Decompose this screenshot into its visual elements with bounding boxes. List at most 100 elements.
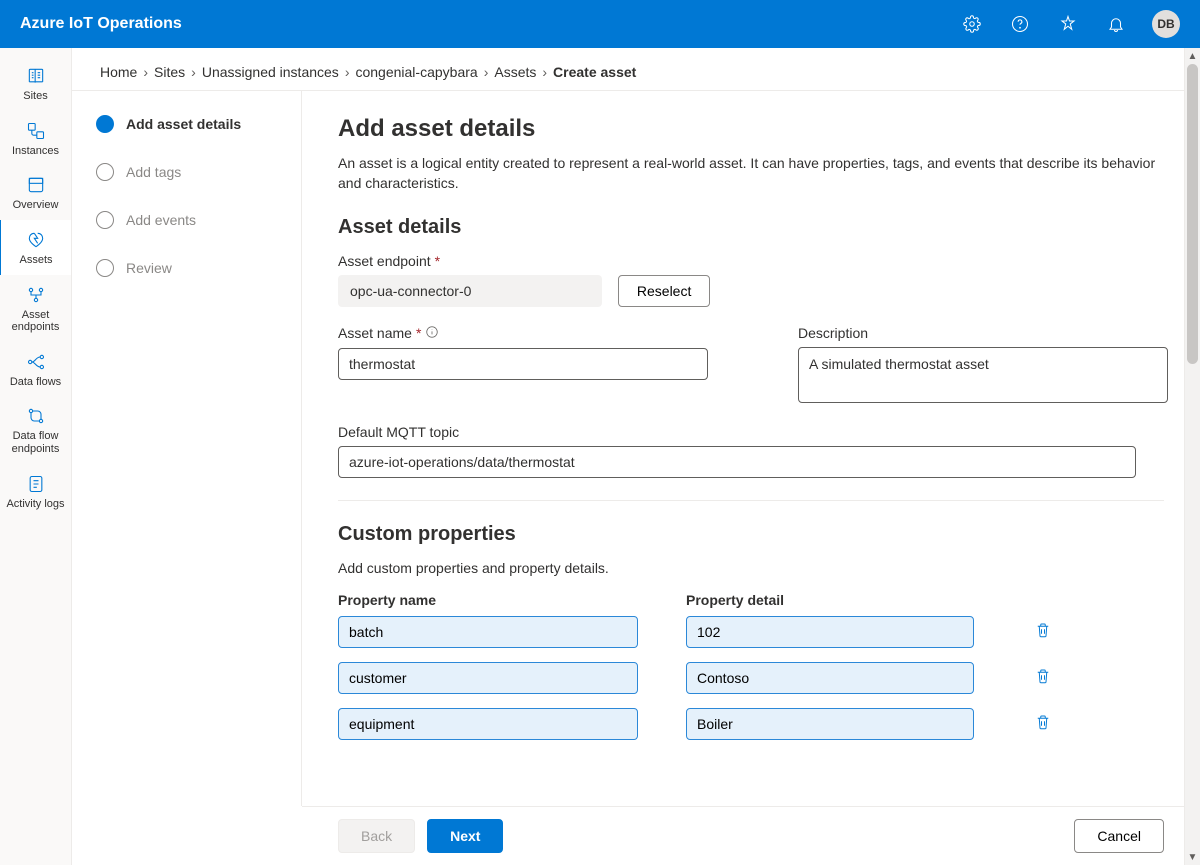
step-bullet-icon: [96, 211, 114, 229]
prop-detail-header: Property detail: [686, 592, 974, 608]
nav-data-flows[interactable]: Data flows: [0, 342, 71, 397]
field-description: Description: [798, 325, 1168, 406]
step-label: Add asset details: [126, 116, 241, 132]
description-input[interactable]: [798, 347, 1168, 403]
header-actions: DB: [952, 4, 1180, 44]
nav-label: Data flows: [10, 376, 61, 389]
scroll-track[interactable]: [1185, 64, 1200, 849]
app-title: Azure IoT Operations: [20, 15, 952, 33]
notifications-icon[interactable]: [1096, 4, 1136, 44]
step-bullet-icon: [96, 163, 114, 181]
chevron-right-icon: ›: [542, 64, 547, 80]
scrollbar[interactable]: ▲ ▼: [1184, 48, 1200, 865]
nav-data-flow-endpoints[interactable]: Data flow endpoints: [0, 396, 71, 463]
asset-endpoint-label: Asset endpoint: [338, 253, 431, 269]
form-content: Add asset details An asset is a logical …: [302, 91, 1200, 806]
top-header: Azure IoT Operations DB: [0, 0, 1200, 48]
back-button[interactable]: Back: [338, 819, 415, 853]
feedback-icon[interactable]: [1048, 4, 1088, 44]
crumb-sites[interactable]: Sites: [154, 64, 185, 80]
wizard-step-tags[interactable]: Add tags: [96, 163, 289, 181]
reselect-button[interactable]: Reselect: [618, 275, 710, 307]
chevron-right-icon: ›: [345, 64, 350, 80]
nav-instances[interactable]: Instances: [0, 111, 71, 166]
user-avatar[interactable]: DB: [1152, 10, 1180, 38]
prop-name-input[interactable]: [338, 708, 638, 740]
asset-name-label: Asset name: [338, 325, 412, 341]
nav-sites[interactable]: Sites: [0, 56, 71, 111]
wizard-footer: Back Next Cancel: [302, 806, 1200, 865]
settings-icon[interactable]: [952, 4, 992, 44]
cancel-button[interactable]: Cancel: [1074, 819, 1164, 853]
prop-detail-input[interactable]: [686, 616, 974, 648]
nav-asset-endpoints[interactable]: Asset endpoints: [0, 275, 71, 342]
nav-label: Activity logs: [6, 498, 64, 511]
prop-row: [338, 616, 1164, 648]
delete-icon[interactable]: [1034, 712, 1052, 735]
mqtt-label: Default MQTT topic: [338, 424, 459, 440]
step-bullet-icon: [96, 115, 114, 133]
body: Sites Instances Overview Assets Asset en…: [0, 48, 1200, 865]
step-label: Add events: [126, 212, 196, 228]
chevron-right-icon: ›: [143, 64, 148, 80]
nav-label: Assets: [19, 254, 52, 267]
nav-label: Overview: [13, 199, 59, 212]
nav-rail: Sites Instances Overview Assets Asset en…: [0, 48, 72, 865]
prop-name-header: Property name: [338, 592, 638, 608]
custom-props-header: Property name Property detail: [338, 592, 1164, 608]
wizard-step-details[interactable]: Add asset details: [96, 115, 289, 133]
asset-name-input[interactable]: [338, 348, 708, 380]
step-label: Add tags: [126, 164, 181, 180]
wizard-step-events[interactable]: Add events: [96, 211, 289, 229]
step-bullet-icon: [96, 259, 114, 277]
nav-activity-logs[interactable]: Activity logs: [0, 464, 71, 519]
crumb-assets[interactable]: Assets: [494, 64, 536, 80]
divider: [338, 500, 1164, 501]
content-wrap: Add asset details Add tags Add events Re…: [72, 90, 1200, 806]
nav-label: Data flow endpoints: [4, 430, 67, 455]
chevron-right-icon: ›: [191, 64, 196, 80]
required-star-icon: *: [416, 325, 421, 341]
description-label: Description: [798, 325, 868, 341]
wizard-steps: Add asset details Add tags Add events Re…: [72, 91, 302, 806]
crumb-home[interactable]: Home: [100, 64, 137, 80]
prop-name-input[interactable]: [338, 662, 638, 694]
scroll-down-arrow-icon[interactable]: ▼: [1185, 849, 1200, 865]
scroll-thumb[interactable]: [1187, 64, 1198, 364]
breadcrumb: Home › Sites › Unassigned instances › co…: [72, 48, 1200, 90]
nav-assets[interactable]: Assets: [0, 220, 71, 275]
wizard-step-review[interactable]: Review: [96, 259, 289, 277]
prop-row: [338, 708, 1164, 740]
section-custom-properties: Custom properties: [338, 523, 1164, 546]
crumb-current: Create asset: [553, 64, 636, 80]
crumb-instance[interactable]: congenial-capybara: [355, 64, 477, 80]
field-asset-name: Asset name *: [338, 325, 708, 380]
prop-row: [338, 662, 1164, 694]
nav-label: Asset endpoints: [4, 309, 67, 334]
section-asset-details: Asset details: [338, 216, 1164, 239]
page-title: Add asset details: [338, 115, 1164, 143]
main: Home › Sites › Unassigned instances › co…: [72, 48, 1200, 865]
step-label: Review: [126, 260, 172, 276]
custom-props-desc: Add custom properties and property detai…: [338, 560, 1164, 576]
nav-label: Instances: [12, 145, 59, 158]
info-icon[interactable]: [425, 325, 439, 342]
nav-overview[interactable]: Overview: [0, 165, 71, 220]
delete-icon[interactable]: [1034, 666, 1052, 689]
chevron-right-icon: ›: [484, 64, 489, 80]
asset-endpoint-value: opc-ua-connector-0: [338, 275, 602, 307]
page-description: An asset is a logical entity created to …: [338, 153, 1164, 194]
field-mqtt-topic: Default MQTT topic: [338, 424, 1164, 478]
mqtt-topic-input[interactable]: [338, 446, 1136, 478]
prop-detail-input[interactable]: [686, 708, 974, 740]
next-button[interactable]: Next: [427, 819, 503, 853]
field-asset-endpoint: Asset endpoint * opc-ua-connector-0 Rese…: [338, 253, 1164, 307]
scroll-up-arrow-icon[interactable]: ▲: [1185, 48, 1200, 64]
required-star-icon: *: [435, 253, 440, 269]
nav-label: Sites: [23, 90, 47, 103]
delete-icon[interactable]: [1034, 620, 1052, 643]
prop-detail-input[interactable]: [686, 662, 974, 694]
help-icon[interactable]: [1000, 4, 1040, 44]
crumb-unassigned[interactable]: Unassigned instances: [202, 64, 339, 80]
prop-name-input[interactable]: [338, 616, 638, 648]
